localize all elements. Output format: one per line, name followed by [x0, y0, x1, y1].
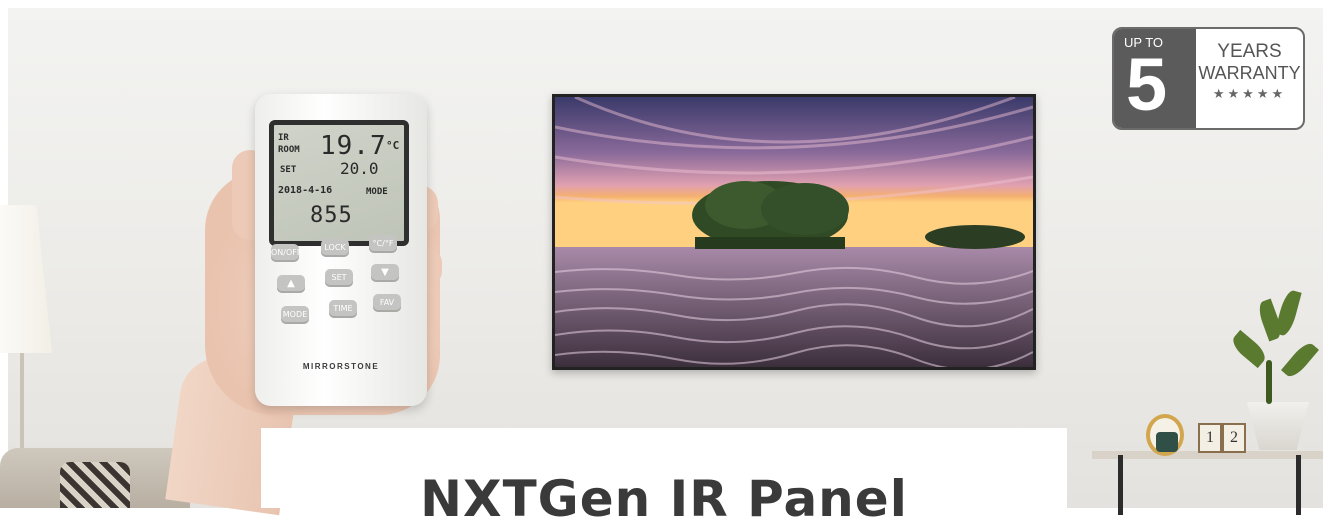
lcd-unit: °C: [386, 139, 400, 152]
page-border-top: [0, 0, 1323, 8]
calendar-cube: 2: [1222, 423, 1246, 453]
remote-lock-button[interactable]: LOCK: [321, 239, 349, 257]
shelf-leg: [1118, 455, 1123, 515]
small-plant-pot: [1156, 432, 1178, 452]
lcd-time: 855: [310, 203, 353, 228]
remote-lcd-screen: IR ROOM 19.7 °C SET 20.0 2018-4-16 MODE …: [269, 120, 409, 246]
lcd-room-label: ROOM: [278, 145, 300, 155]
warranty-badge-number-panel: UP TO 5: [1114, 29, 1196, 128]
remote-onoff-button[interactable]: ON/OFF: [271, 244, 301, 262]
remote-down-button[interactable]: ▼: [371, 264, 399, 282]
lcd-date: 2018-4-16: [278, 185, 333, 196]
warranty-badge: UP TO 5 YEARS WARRANTY ★★★★★: [1112, 27, 1305, 130]
remote-unit-button[interactable]: °C/°F: [369, 235, 397, 253]
lcd-mode-label: MODE: [366, 187, 388, 197]
remote-set-button[interactable]: SET: [325, 269, 353, 287]
remote-up-button[interactable]: ▲: [277, 275, 305, 293]
remote-mode-button[interactable]: MODE: [281, 306, 309, 324]
warranty-label: WARRANTY: [1198, 63, 1301, 83]
warranty-years-number: 5: [1126, 43, 1168, 126]
sofa-pillow: [60, 462, 130, 508]
sunset-landscape-image: [555, 97, 1033, 367]
calendar-cube: 1: [1198, 423, 1222, 453]
lcd-ir-label: IR: [278, 133, 289, 143]
warranty-badge-text-panel: YEARS WARRANTY ★★★★★: [1196, 29, 1303, 128]
star-rating-icon: ★★★★★: [1212, 86, 1287, 101]
shelf-leg: [1296, 455, 1301, 515]
lcd-set-temp: 20.0: [340, 159, 379, 178]
remote-brand-label: MIRRORSTONE: [302, 362, 380, 371]
warranty-years-label: YEARS: [1217, 41, 1282, 62]
lcd-room-temp: 19.7: [320, 131, 387, 161]
ir-remote-control: IR ROOM 19.7 °C SET 20.0 2018-4-16 MODE …: [255, 94, 427, 406]
lcd-set-label: SET: [280, 165, 297, 175]
remote-time-button[interactable]: TIME: [329, 300, 357, 318]
title-card: NXTGen IR Panel: [261, 428, 1067, 528]
remote-fav-button[interactable]: FAV: [373, 294, 401, 312]
plant-stem: [1266, 360, 1272, 404]
page-title: NXTGen IR Panel: [420, 470, 908, 528]
ir-panel-image: [552, 94, 1036, 370]
